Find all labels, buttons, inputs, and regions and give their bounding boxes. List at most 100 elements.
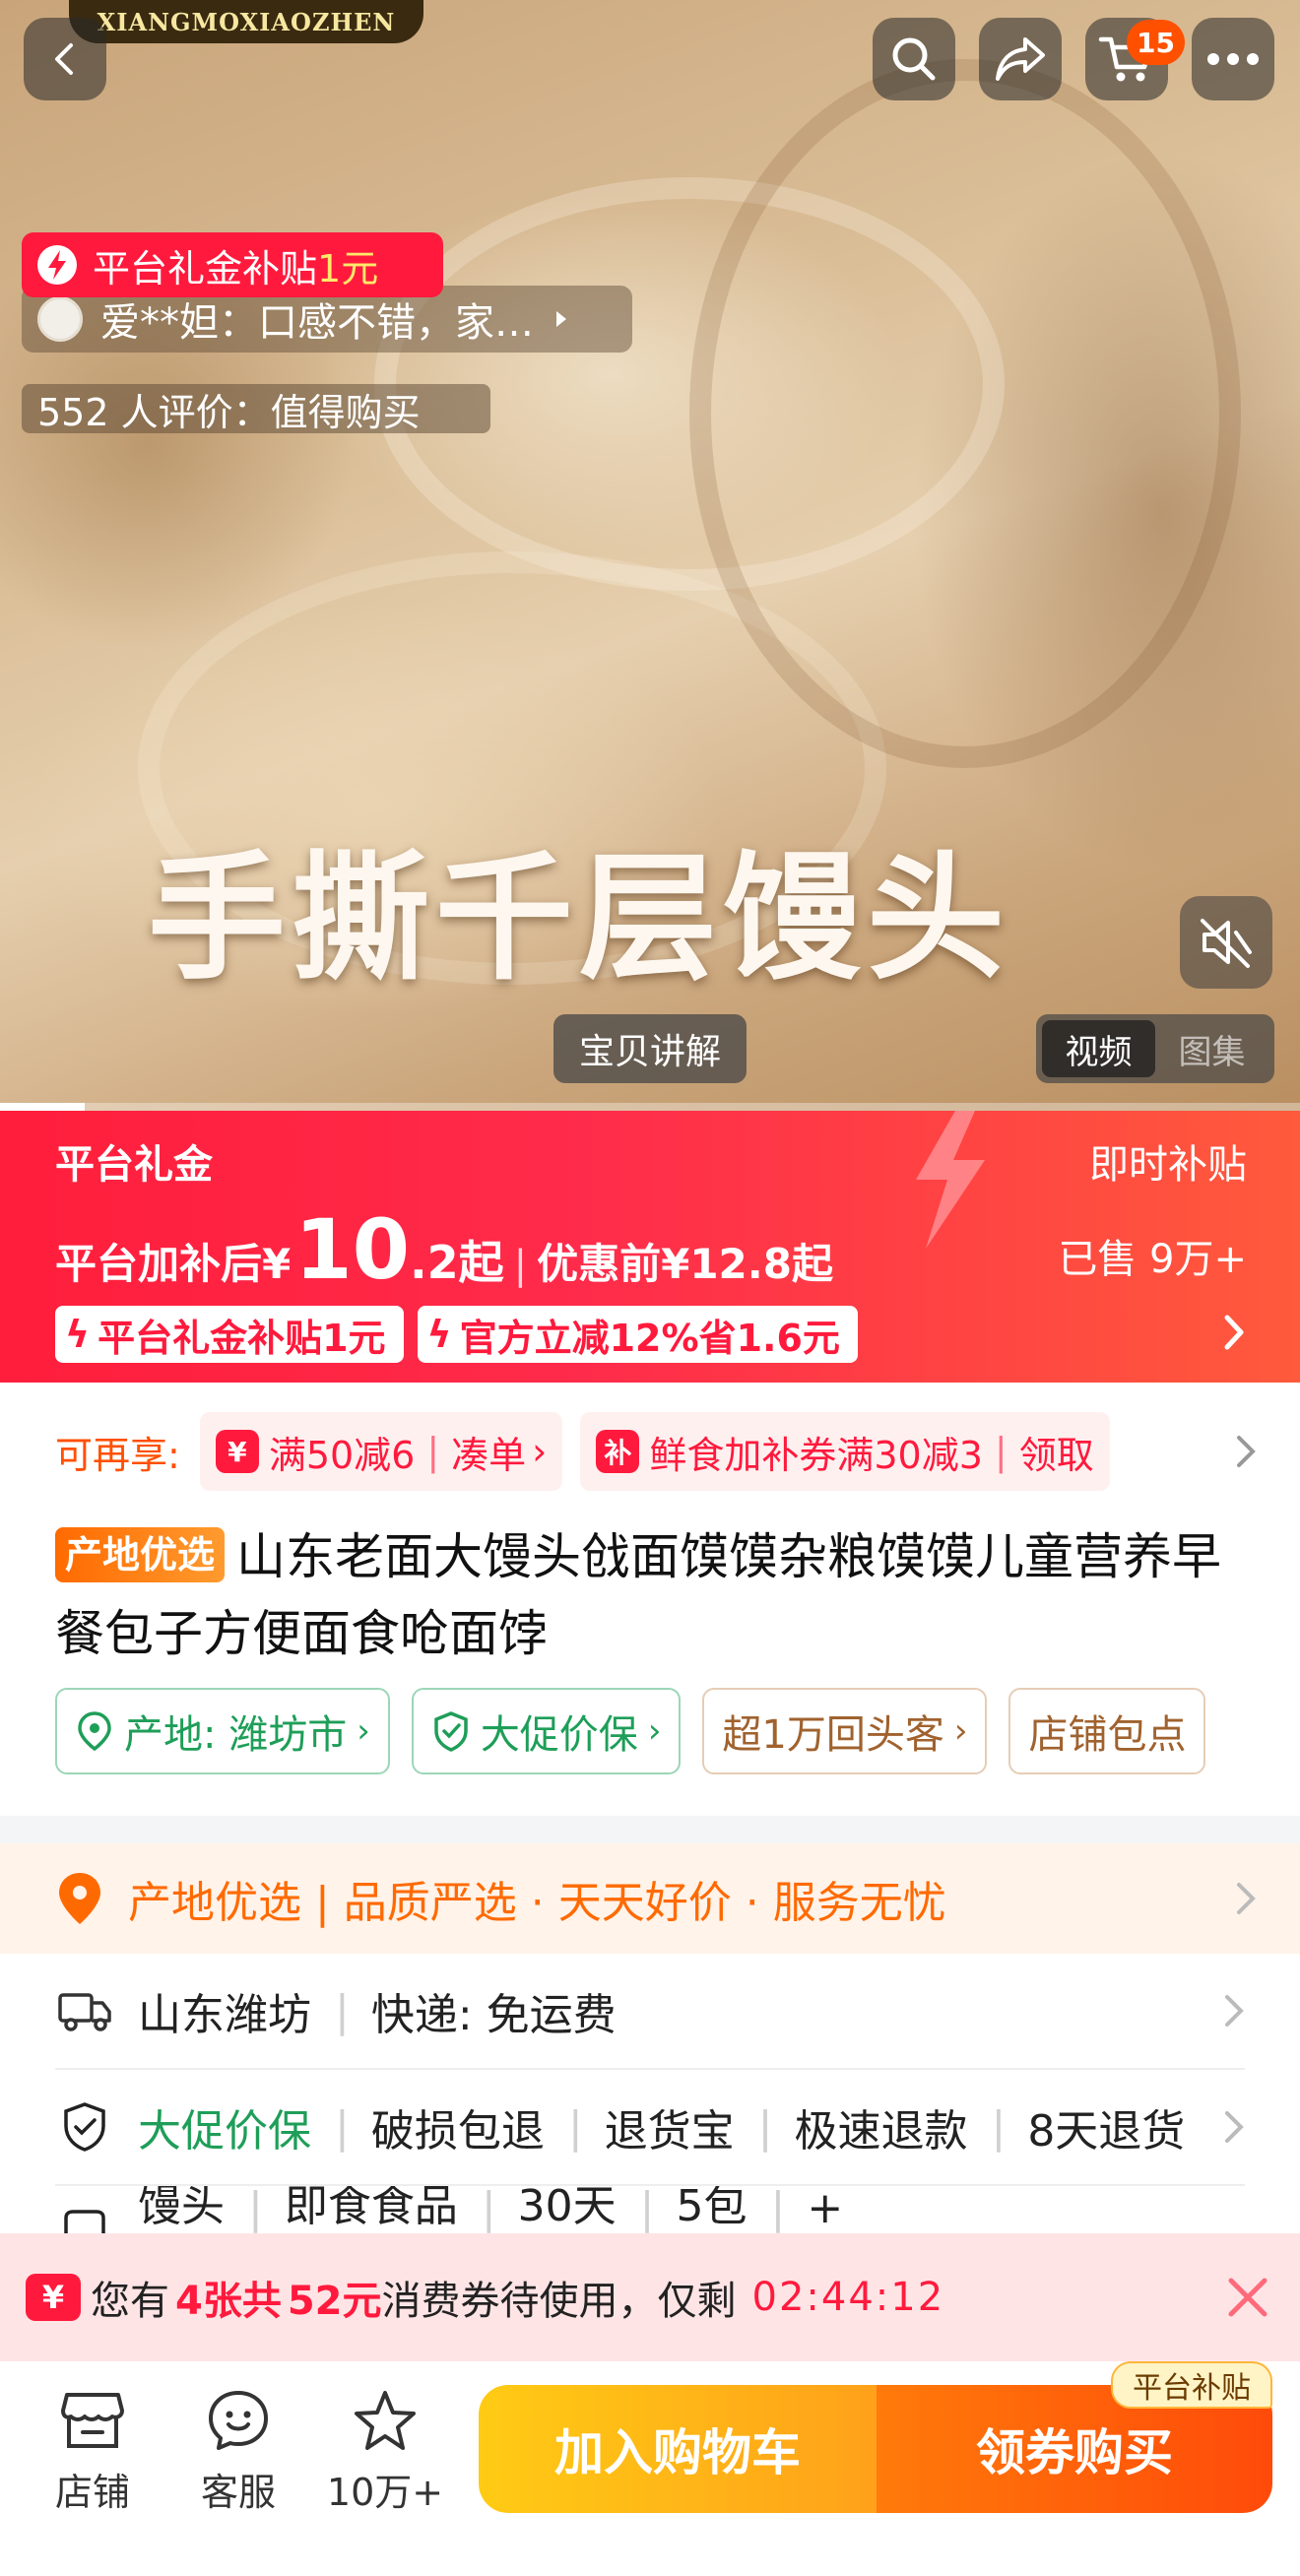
origin-strip-text: 产地优选 | 品质严选 · 天天好价 · 服务无忧 (128, 1878, 946, 1928)
service-tags: 产地: 潍坊市 › 大促价保 › 超1万回头客 › 店铺包点 (55, 1688, 1300, 1774)
lightning-icon (37, 245, 77, 285)
chevron-right-icon (556, 311, 566, 327)
coupon-action: 领取 (1018, 1433, 1094, 1477)
price-protect-tag[interactable]: 大促价保 › (411, 1688, 682, 1774)
repeat-customer-tag[interactable]: 超1万回头客 › (702, 1688, 988, 1774)
price-banner[interactable]: 平台礼金 即时补贴 平台加补后¥ 10 .2起 | 优惠前¥12.8起 已售 9… (0, 1111, 1300, 1383)
guarantee-row[interactable]: 大促价保 | 破损包退 | 退货宝 | 极速退款 | 8天退货 (55, 2070, 1245, 2186)
subsidy-icon: 补 (596, 1430, 640, 1473)
share-button[interactable] (979, 18, 1062, 100)
store-package-tag[interactable]: 店铺包点 (1008, 1688, 1206, 1774)
divider: | (567, 2101, 583, 2153)
platform-subsidy-tag: 平台补贴 (1111, 2361, 1272, 2409)
more-button[interactable] (1192, 18, 1274, 100)
speaker-muted-icon (1201, 919, 1252, 968)
lightning-icon: ϟ (426, 1313, 452, 1356)
customer-service-button[interactable]: 客服 (179, 2383, 297, 2516)
coupon-chip[interactable]: ¥ 满50减6 | 凑单 › (199, 1412, 563, 1491)
price-label: 平台加补后¥ (55, 1240, 292, 1288)
coupon-row-label: 可再享: (55, 1433, 180, 1477)
media-progress-fill (0, 1103, 85, 1111)
price-decimal: .2起 (410, 1236, 504, 1289)
chevron-right-icon (1225, 2111, 1244, 2143)
chevron-right-icon[interactable] (1219, 1308, 1249, 1357)
bag-icon (55, 2204, 114, 2233)
promo-tags: ϟ 平台礼金补贴1元 ϟ 官方立减12%省1.6元 (55, 1306, 858, 1363)
divider: | (481, 2186, 496, 2233)
voucher-timer: 02:44:12 (751, 2275, 945, 2320)
lightning-decor-icon (916, 1111, 985, 1249)
mute-button[interactable] (1180, 896, 1272, 989)
coupon-more-button[interactable] (1182, 1383, 1300, 1520)
truck-icon (55, 1989, 114, 2032)
lightning-icon: ϟ (65, 1313, 91, 1356)
share-icon (996, 37, 1045, 81)
origin-select-badge: 产地优选 (55, 1527, 226, 1582)
coupon-row: 可再享: ¥ 满50减6 | 凑单 › 补 鲜食加补券满30减3 | 领取 (0, 1383, 1300, 1520)
voucher-notice[interactable]: ¥ 您有 4张共 52元 消费券待使用，仅剩 02:44:12 (0, 2233, 1300, 2361)
divider: | (335, 1985, 350, 2036)
price-protect-tag-label: 大促价保 (480, 1712, 638, 1758)
origin-select-strip[interactable]: 产地优选 | 品质严选 · 天天好价 · 服务无忧 (0, 1843, 1300, 1954)
coupon-action: 凑单 (451, 1433, 527, 1477)
guarantee-item: 退货宝 (604, 2106, 735, 2157)
instant-subsidy-label: 即时补贴 (1089, 1142, 1247, 1188)
customer-service-label: 客服 (200, 2471, 276, 2514)
chevron-right-icon: › (953, 1711, 968, 1751)
more-icon (1207, 53, 1259, 65)
ship-from: 山东潍坊 (138, 1990, 311, 2040)
chevron-right-icon: › (647, 1711, 662, 1751)
promo-tag-label: 官方立减12%省1.6元 (459, 1316, 840, 1360)
close-icon[interactable] (1221, 2271, 1274, 2324)
origin-tag-label: 产地: 潍坊市 (124, 1712, 348, 1758)
chevron-right-icon (1237, 1883, 1256, 1914)
chevron-right-icon: › (532, 1430, 548, 1473)
location-pin-icon (59, 1873, 100, 1924)
media-progress-bar (0, 1103, 1300, 1111)
divider: | (513, 1243, 528, 1288)
decor-swirl (689, 59, 1241, 768)
divider: | (248, 2186, 263, 2233)
brand-logo: XIANGMOXIAOZHEN (69, 0, 423, 43)
add-to-cart-button[interactable]: 加入购物车 (479, 2385, 877, 2513)
location-pin-icon (78, 1711, 111, 1752)
price-banner-title: 平台礼金 (55, 1142, 213, 1188)
price-line: 平台加补后¥ 10 .2起 | 优惠前¥12.8起 (55, 1201, 833, 1298)
store-label: 店铺 (54, 2471, 130, 2514)
voucher-amount: 52元 (287, 2279, 382, 2324)
store-button[interactable]: 店铺 (33, 2383, 152, 2516)
product-media-area[interactable]: XIANGMOXIAOZHEN 15 552 人评价：值得购买 爱**妲：口感不… (0, 0, 1300, 1111)
chevron-right-icon (1225, 1995, 1244, 2027)
repeat-customer-tag-label: 超1万回头客 (722, 1712, 944, 1758)
voucher-prefix: 您有 (91, 2279, 169, 2324)
guarantee-item: 8天退货 (1027, 2106, 1186, 2157)
tab-gallery[interactable]: 图集 (1155, 1020, 1268, 1077)
sold-count: 已售 9万+ (1058, 1237, 1247, 1282)
tab-video[interactable]: 视频 (1042, 1020, 1155, 1077)
review-count-label[interactable]: 552 人评价：值得购买 (22, 384, 490, 433)
favorite-button[interactable]: 10万+ (325, 2383, 445, 2516)
yen-icon: ¥ (26, 2274, 81, 2321)
media-toggle[interactable]: 视频 图集 (1036, 1014, 1274, 1083)
product-explain-button[interactable]: 宝贝讲解 (553, 1014, 747, 1083)
voucher-suffix: 消费券待使用，仅剩 (381, 2279, 737, 2324)
coupon-chip[interactable]: 补 鲜食加补券满30减3 | 领取 (580, 1412, 1110, 1491)
section-divider (0, 1816, 1300, 1843)
review-snippet: 爱**妲：口感不错，家… (100, 300, 534, 346)
search-button[interactable] (873, 18, 955, 100)
back-button[interactable] (24, 18, 106, 100)
shipping-row[interactable]: 山东潍坊 | 快递: 免运费 (55, 1954, 1245, 2070)
favorite-count: 10万+ (326, 2471, 444, 2514)
spec-row[interactable]: 馒头 | 即食食品 | 30天 | 5包 | + (55, 2186, 1245, 2233)
promo-tag: ϟ 平台礼金补贴1元 (55, 1306, 404, 1363)
product-title: 产地优选 山东老面大馒头戗面馍馍杂粮馍馍儿童营养早餐包子方便面食呛面饽 (55, 1518, 1237, 1672)
origin-tag[interactable]: 产地: 潍坊市 › (55, 1688, 390, 1774)
back-icon (55, 43, 73, 75)
shield-check-icon (55, 2100, 114, 2154)
original-price: 优惠前¥12.8起 (537, 1240, 833, 1288)
chat-smile-icon (179, 2383, 297, 2458)
divider: | (991, 2101, 1007, 2153)
platform-subsidy-chip: 平台礼金补贴 1元 (22, 232, 443, 297)
store-package-tag-label: 店铺包点 (1028, 1712, 1187, 1758)
store-icon (33, 2383, 152, 2458)
